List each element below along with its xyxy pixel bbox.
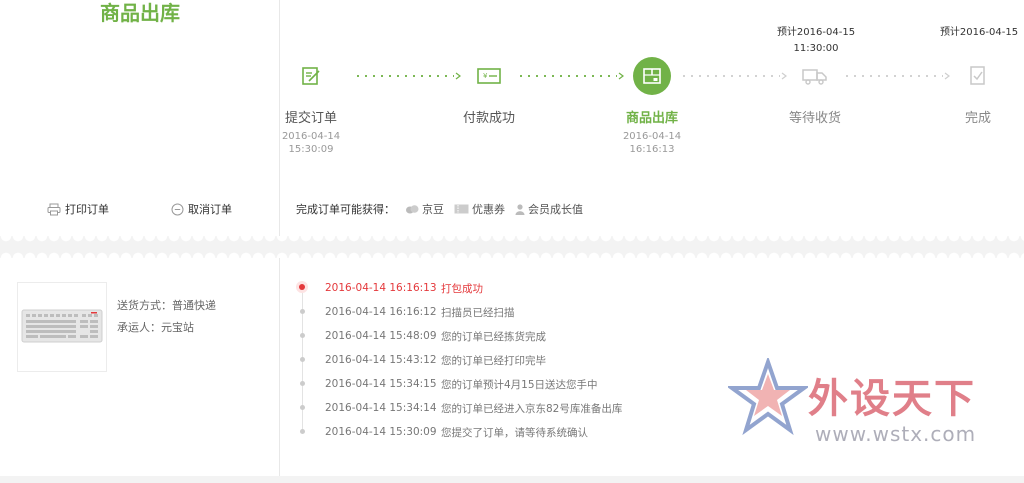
reward-member-growth-label: 会员成长值 (528, 203, 583, 216)
step-label: 提交订单 (284, 111, 337, 126)
timeline-dot (300, 357, 305, 362)
cancel-order-label: 取消订单 (188, 203, 232, 216)
print-order-button[interactable]: 打印订单 (47, 201, 109, 217)
step-date: 2016-04-14 (281, 131, 341, 142)
shipping-method: 送货方式：普通快递 (117, 299, 216, 312)
eta-complete: 预计2016-04-15 (924, 25, 1024, 41)
printer-icon (47, 203, 61, 215)
shipping-carrier: 承运人：元宝站 (117, 321, 194, 334)
step-payment-success: ¥ 付款成功 (429, 57, 549, 126)
reward-member-growth[interactable]: 会员成长值 (515, 201, 583, 217)
print-order-label: 打印订单 (65, 203, 109, 216)
eta-receive-time: 11:30:00 (793, 43, 839, 54)
step-label: 商品出库 (625, 111, 678, 126)
package-info: 送货方式：普通快递 承运人：元宝站 (0, 258, 280, 483)
reward-jingdou[interactable]: 京豆 (405, 201, 444, 217)
site-watermark: 外设天下 www.wstx.com (728, 358, 1018, 453)
step-await-delivery: 等待收货 (755, 57, 875, 126)
step-time: 15:30:09 (288, 144, 334, 155)
cancel-circle-icon (171, 203, 184, 215)
order-detail-panel: 送货方式：普通快递 承运人：元宝站 2016-04-14 16:16:13 打包… (0, 258, 1024, 483)
eta-receive-label: 预计2016-04-15 (776, 27, 856, 38)
timeline-time: 2016-04-14 16:16:13 (325, 282, 437, 294)
product-thumbnail[interactable] (17, 282, 107, 372)
step-submit-order: 提交订单 2016-04-14 15:30:09 (251, 57, 371, 156)
watermark-text: 外设天下 (808, 376, 976, 422)
bottom-strip (0, 476, 1024, 483)
timeline-text: 扫描员已经扫描 (441, 306, 515, 319)
payment-card-icon: ¥ (470, 57, 508, 95)
timeline-dot (300, 309, 305, 314)
eta-receive: 预计2016-04-15 11:30:00 (761, 25, 871, 57)
step-date: 2016-04-14 (622, 131, 682, 142)
step-time: 16:16:13 (629, 144, 675, 155)
timeline-dot (300, 333, 305, 338)
timeline-text: 您的订单已经进入京东82号库准备出库 (441, 402, 623, 415)
user-icon (515, 203, 525, 215)
rewards-label: 完成订单可能获得： (296, 203, 395, 216)
shipping-info: 送货方式：普通快递 承运人：元宝站 (117, 295, 216, 339)
edit-doc-icon (292, 57, 330, 95)
step-label: 等待收货 (788, 111, 841, 126)
timeline-dot (300, 429, 305, 434)
step-label: 付款成功 (462, 111, 515, 126)
section-divider (0, 236, 1024, 258)
step-complete: 完成 (918, 57, 1024, 126)
step-label: 完成 (964, 111, 991, 126)
check-doc-icon (959, 57, 997, 95)
reward-jingdou-label: 京豆 (422, 203, 444, 216)
truck-icon (796, 57, 834, 95)
order-status-panel: 商品出库 打印订单 取消订单 预计2016-04-15 11:30:00 预计2… (0, 0, 1024, 236)
timeline-text: 您的订单已经打印完毕 (441, 354, 546, 367)
order-rewards: 完成订单可能获得： 京豆 优惠券 会员成长值 (296, 201, 583, 217)
order-status-title: 商品出库 (100, 1, 180, 25)
timeline-dot (300, 405, 305, 410)
order-status-summary: 商品出库 打印订单 取消订单 (0, 0, 280, 236)
cancel-order-button[interactable]: 取消订单 (171, 201, 232, 217)
timeline-dot (299, 284, 305, 290)
step-goods-outbound: 商品出库 2016-04-14 16:16:13 (592, 57, 712, 156)
timeline-text: 您的订单已经拣货完成 (441, 330, 546, 343)
timeline-time: 2016-04-14 15:34:14 (325, 402, 437, 414)
keyboard-image (21, 309, 103, 343)
package-icon (633, 57, 671, 95)
timeline-time: 2016-04-14 16:16:12 (325, 306, 437, 318)
timeline-time: 2016-04-14 15:30:09 (325, 426, 437, 438)
svg-text:¥: ¥ (483, 72, 488, 80)
timeline-time: 2016-04-14 15:34:15 (325, 378, 437, 390)
timeline-text: 您提交了订单，请等待系统确认 (441, 426, 588, 439)
timeline-time: 2016-04-14 15:43:12 (325, 354, 437, 366)
reward-coupon-label: 优惠券 (472, 203, 505, 216)
jingdou-icon (406, 205, 419, 214)
watermark-url: www.wstx.com (815, 422, 977, 446)
timeline-dot (300, 381, 305, 386)
coupon-icon (454, 204, 469, 214)
timeline-text: 打包成功 (441, 282, 483, 295)
reward-coupon[interactable]: 优惠券 (454, 201, 505, 217)
timeline-time: 2016-04-14 15:48:09 (325, 330, 437, 342)
star-logo-icon (728, 358, 808, 436)
eta-complete-label: 预计2016-04-15 (939, 27, 1019, 38)
timeline-text: 您的订单预计4月15日送达您手中 (441, 378, 598, 391)
